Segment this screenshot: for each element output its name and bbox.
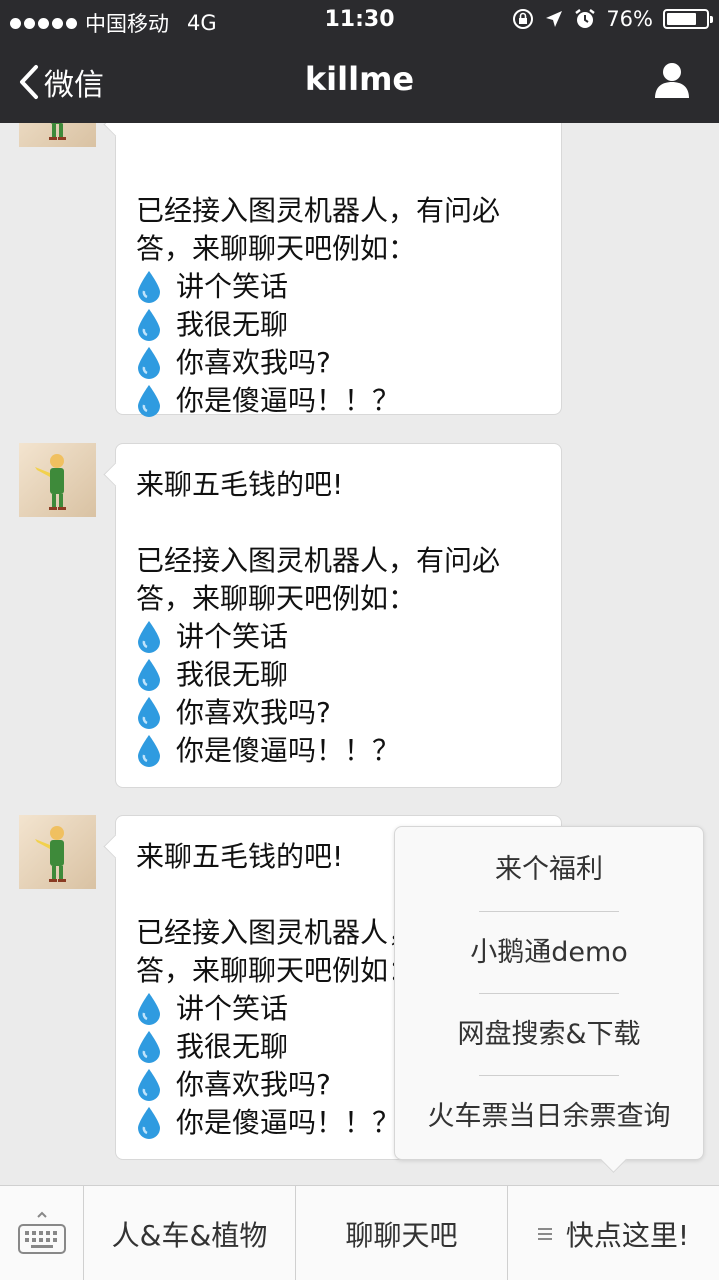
user-profile-button[interactable] xyxy=(653,62,691,102)
location-arrow-icon xyxy=(546,11,563,27)
water-drop-icon xyxy=(138,271,160,303)
list-item-label: 你喜欢我吗? xyxy=(176,696,331,729)
list-item: 讲个笑话 xyxy=(136,268,543,306)
avatar[interactable] xyxy=(19,443,96,517)
water-drop-icon xyxy=(138,1069,160,1101)
list-item-label: 我很无聊 xyxy=(176,658,289,691)
message-greeting xyxy=(136,123,543,154)
battery-icon xyxy=(663,9,713,29)
list-item-label: 你是傻逼吗！！？ xyxy=(176,384,401,417)
popup-submenu: 来个福利 小鹅通demo 网盘搜索&下载 火车票当日余票查询 xyxy=(394,826,704,1160)
list-item: 我很无聊 xyxy=(136,656,543,694)
popup-item-xiaoetong-demo[interactable]: 小鹅通demo xyxy=(395,912,703,994)
avatar[interactable] xyxy=(19,123,96,147)
list-item: 讲个笑话 xyxy=(136,618,543,656)
water-drop-icon xyxy=(138,659,160,691)
list-item-label: 讲个笑话 xyxy=(176,992,289,1025)
popup-item-train-tickets[interactable]: 火车票当日余票查询 xyxy=(395,1076,703,1158)
message-bubble[interactable]: 已经接入图灵机器人，有问必 答，来聊聊天吧例如： 讲个笑话 我很无聊 你喜欢我吗… xyxy=(115,123,562,417)
list-item: 你喜欢我吗? xyxy=(136,344,543,382)
list-item-label: 你是傻逼吗！！？ xyxy=(176,1106,401,1139)
popup-item-netdisk-search[interactable]: 网盘搜索&下载 xyxy=(395,994,703,1076)
message-text: 已经接入图灵机器人，有问必 xyxy=(136,544,501,577)
nav-bar: 微信 killme xyxy=(0,40,719,123)
popup-item-welfare[interactable]: 来个福利 xyxy=(395,829,703,911)
water-drop-icon xyxy=(138,1031,160,1063)
water-drop-icon xyxy=(138,993,160,1025)
avatar[interactable] xyxy=(19,815,96,889)
menu-button-chat[interactable]: 聊聊天吧 xyxy=(296,1186,508,1280)
message-bubble[interactable]: 来聊五毛钱的吧! 已经接入图灵机器人，有问必 答，来聊聊天吧例如： 讲个笑话 我… xyxy=(115,443,562,788)
water-drop-icon xyxy=(138,347,160,379)
menu-list-icon xyxy=(537,1227,552,1240)
battery-percent: 76% xyxy=(606,7,653,31)
water-drop-icon xyxy=(138,621,160,653)
menu-button-label: 聊聊天吧 xyxy=(345,1218,458,1252)
message-greeting: 来聊五毛钱的吧! xyxy=(136,468,344,501)
keyboard-toggle-button[interactable] xyxy=(0,1186,84,1280)
alarm-clock-icon xyxy=(575,9,596,28)
list-item-label: 讲个笑话 xyxy=(176,620,289,653)
message-text: 已经接入图灵机器人，有问必 xyxy=(136,194,501,227)
menu-button-label: 快点这里! xyxy=(565,1218,690,1252)
rotation-lock-icon xyxy=(513,9,534,29)
list-item: 你是傻逼吗！！？ xyxy=(136,732,543,770)
keyboard-icon xyxy=(17,1211,66,1254)
message-text: 答，来聊聊天吧例如： xyxy=(136,232,417,265)
list-item-label: 讲个笑话 xyxy=(176,270,289,303)
list-item-label: 你是傻逼吗！！？ xyxy=(176,734,401,767)
list-item-label: 我很无聊 xyxy=(176,1030,289,1063)
list-item-label: 我很无聊 xyxy=(176,308,289,341)
water-drop-icon xyxy=(138,309,160,341)
menu-button-people-car-plants[interactable]: 人&车&植物 xyxy=(84,1186,296,1280)
list-item: 你是傻逼吗！！？ xyxy=(136,382,543,420)
water-drop-icon xyxy=(138,385,160,417)
menu-button-label: 人&车&植物 xyxy=(111,1218,268,1252)
water-drop-icon xyxy=(138,697,160,729)
menu-button-quick-click[interactable]: 快点这里! xyxy=(508,1186,719,1280)
water-drop-icon xyxy=(138,735,160,767)
list-item-label: 你喜欢我吗? xyxy=(176,346,331,379)
list-item: 你喜欢我吗? xyxy=(136,694,543,732)
list-item: 我很无聊 xyxy=(136,306,543,344)
message-text: 答，来聊聊天吧例如： xyxy=(136,582,417,615)
user-icon xyxy=(655,63,689,98)
water-drop-icon xyxy=(138,1107,160,1139)
page-title: killme xyxy=(304,60,415,98)
bottom-menu-bar: 人&车&植物 聊聊天吧 快点这里! xyxy=(0,1185,719,1280)
status-bar: 中国移动 4G 11:30 76% xyxy=(0,0,719,40)
list-item-label: 你喜欢我吗? xyxy=(176,1068,331,1101)
